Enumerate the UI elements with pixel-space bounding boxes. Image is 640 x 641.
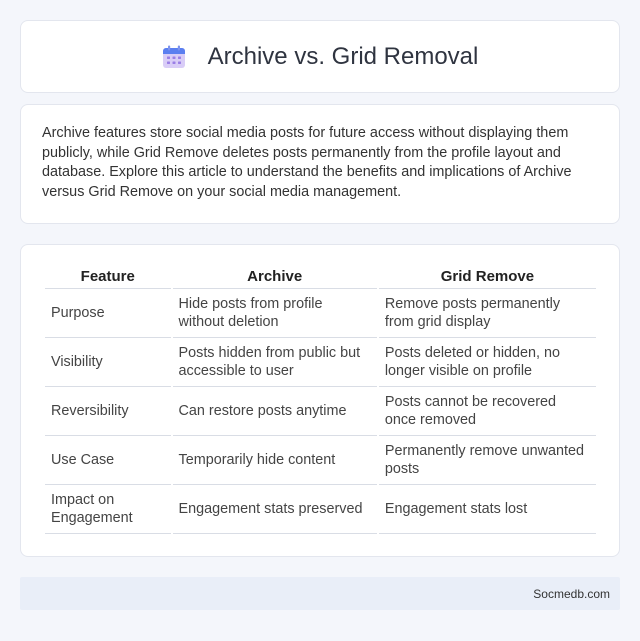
page-title: Archive vs. Grid Removal xyxy=(207,42,479,70)
table-header-row: Feature Archive Grid Remove xyxy=(45,267,596,289)
header-archive: Archive xyxy=(172,267,377,289)
title-card: Archive vs. Grid Removal xyxy=(20,20,620,93)
intro-card: Archive features store social media post… xyxy=(20,104,620,224)
header-feature: Feature xyxy=(45,267,171,289)
intro-paragraph: Archive features store social media post… xyxy=(42,125,572,200)
row-archive: Hide posts from profile without deletion xyxy=(172,289,377,338)
table-row: Reversibility Can restore posts anytime … xyxy=(45,387,596,436)
row-archive: Temporarily hide content xyxy=(172,436,377,485)
table-row: Purpose Hide posts from profile without … xyxy=(45,289,596,338)
row-grid-remove: Remove posts permanently from grid displ… xyxy=(378,289,596,338)
title-wrap: Archive vs. Grid Removal xyxy=(162,42,479,71)
header-grid-remove: Grid Remove xyxy=(378,267,596,289)
row-grid-remove: Permanently remove unwanted posts xyxy=(378,436,596,485)
row-feature: Purpose xyxy=(45,289,171,338)
row-feature: Visibility xyxy=(45,338,171,387)
row-feature: Reversibility xyxy=(45,387,171,436)
footer-source-link[interactable]: Socmedb.com xyxy=(533,587,610,601)
row-feature: Use Case xyxy=(45,436,171,485)
table-card: Feature Archive Grid Remove Purpose Hide… xyxy=(20,244,620,557)
footer-bar: Socmedb.com xyxy=(20,577,620,610)
row-grid-remove: Posts deleted or hidden, no longer visib… xyxy=(378,338,596,387)
row-grid-remove: Posts cannot be recovered once removed xyxy=(378,387,596,436)
row-grid-remove: Engagement stats lost xyxy=(378,485,596,534)
row-archive: Can restore posts anytime xyxy=(172,387,377,436)
row-archive: Posts hidden from public but accessible … xyxy=(172,338,377,387)
row-feature: Impact on Engagement xyxy=(45,485,171,534)
row-archive: Engagement stats preserved xyxy=(172,485,377,534)
table-row: Impact on Engagement Engagement stats pr… xyxy=(45,485,596,534)
calendar-icon xyxy=(162,45,185,68)
table-row: Visibility Posts hidden from public but … xyxy=(45,338,596,387)
comparison-table: Feature Archive Grid Remove Purpose Hide… xyxy=(43,267,598,534)
table-row: Use Case Temporarily hide content Perman… xyxy=(45,436,596,485)
